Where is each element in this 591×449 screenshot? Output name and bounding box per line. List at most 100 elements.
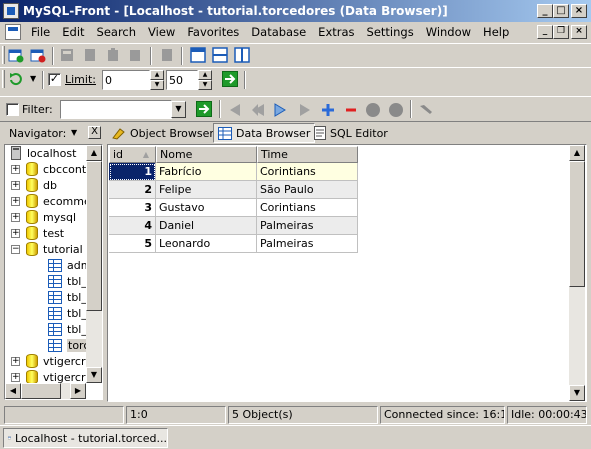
new-connection-icon[interactable] <box>8 47 24 63</box>
scroll-up-button[interactable]: ▲ <box>86 145 102 161</box>
tree-item-database[interactable]: + ecomme <box>11 193 91 209</box>
disabled-properties-icon[interactable] <box>159 47 175 63</box>
scroll-left-button[interactable]: ◀ <box>5 383 21 399</box>
tab-data-browser[interactable]: Data Browser <box>213 123 316 143</box>
table-cell-time[interactable]: São Paulo <box>257 181 358 199</box>
table-cell-id[interactable]: 4 <box>109 217 156 235</box>
post-record-icon[interactable] <box>365 102 381 118</box>
scroll-down-button[interactable]: ▼ <box>569 385 585 401</box>
limit-offset-spinner[interactable]: ▲ ▼ <box>150 70 164 90</box>
column-header-id[interactable]: id ▲ <box>109 146 156 163</box>
refresh-dropdown-icon[interactable]: ▼ <box>30 74 36 83</box>
tree-item-table[interactable]: tbl_ <box>48 305 87 321</box>
navigator-close-button[interactable]: X <box>88 126 101 139</box>
tree-item-database[interactable]: + cbccont <box>11 161 86 177</box>
column-header-nome[interactable]: Nome <box>156 146 257 163</box>
navigator-dropdown-icon[interactable]: ▼ <box>71 128 77 137</box>
title-bar[interactable]: MySQL-Front - [Localhost - tutorial.torc… <box>0 0 591 22</box>
close-button[interactable]: × <box>571 4 587 18</box>
expand-toggle[interactable]: + <box>11 180 20 190</box>
limit-count-spinner[interactable]: ▲ ▼ <box>198 70 212 90</box>
scroll-down-button[interactable]: ▼ <box>86 367 102 383</box>
menu-view[interactable]: View <box>142 23 181 41</box>
menu-settings[interactable]: Settings <box>361 23 420 41</box>
apply-limit-icon[interactable] <box>222 71 238 87</box>
limit-offset-input[interactable] <box>102 70 150 90</box>
mdi-document-icon[interactable] <box>5 24 21 40</box>
insert-record-icon[interactable] <box>320 102 336 118</box>
menu-search[interactable]: Search <box>91 23 143 41</box>
mdi-close-button[interactable]: × <box>571 25 587 39</box>
table-cell-time[interactable]: Corintians <box>257 163 358 181</box>
menu-extras[interactable]: Extras <box>312 23 360 41</box>
toolbar-grip[interactable] <box>2 70 5 88</box>
menu-help[interactable]: Help <box>477 23 515 41</box>
tree-item-table-selected[interactable]: torc <box>48 337 91 353</box>
table-cell-time[interactable]: Palmeiras <box>257 217 358 235</box>
expand-toggle[interactable]: + <box>11 196 20 206</box>
table-cell-time[interactable]: Corintians <box>257 199 358 217</box>
last-record-icon[interactable] <box>297 102 313 118</box>
table-cell-id[interactable]: 3 <box>109 199 156 217</box>
object-browser-view-icon[interactable] <box>190 47 206 63</box>
tree-item-database[interactable]: + mysql <box>11 209 76 225</box>
table-cell-time[interactable]: Palmeiras <box>257 235 358 253</box>
apply-filter-icon[interactable] <box>196 101 212 117</box>
tree-item-localhost[interactable]: localhost <box>11 145 76 161</box>
table-cell-nome[interactable]: Leonardo <box>156 235 257 253</box>
data-grid[interactable]: id ▲ Nome Time 1 Fabrício Corintians 2 Fe… <box>107 144 587 402</box>
expand-toggle[interactable]: + <box>11 212 20 222</box>
tree-item-database[interactable]: + vtigercr <box>11 353 85 369</box>
expand-toggle[interactable]: + <box>11 228 20 238</box>
scroll-thumb[interactable] <box>569 161 585 287</box>
limit-checkbox[interactable]: ✓ <box>48 73 61 86</box>
table-cell-id[interactable]: 2 <box>109 181 156 199</box>
column-header-time[interactable]: Time <box>257 146 358 163</box>
first-record-icon[interactable] <box>228 102 244 118</box>
expand-toggle[interactable]: + <box>11 356 20 366</box>
cancel-record-icon[interactable] <box>388 102 404 118</box>
data-browser-view-icon[interactable] <box>212 47 228 63</box>
mdi-restore-button[interactable]: ❐ <box>553 25 569 39</box>
disabled-copy-icon[interactable] <box>82 47 98 63</box>
table-cell-id[interactable]: 5 <box>109 235 156 253</box>
disabled-tool-icon[interactable] <box>59 47 75 63</box>
tree-vertical-scrollbar[interactable]: ▲ ▼ <box>86 145 102 383</box>
tree-item-database[interactable]: + db <box>11 177 57 193</box>
menu-file[interactable]: File <box>25 23 56 41</box>
tab-sql-editor[interactable]: SQL Editor <box>310 123 392 143</box>
sql-editor-view-icon[interactable] <box>234 47 250 63</box>
table-cell-nome[interactable]: Gustavo <box>156 199 257 217</box>
limit-count-input[interactable] <box>166 70 198 90</box>
expand-toggle[interactable]: + <box>11 164 20 174</box>
disabled-paste-icon[interactable] <box>105 47 121 63</box>
table-cell-nome[interactable]: Daniel <box>156 217 257 235</box>
scroll-thumb[interactable] <box>21 383 61 399</box>
filter-input[interactable] <box>60 100 172 119</box>
tree-horizontal-scrollbar[interactable]: ◀ ▶ <box>5 383 86 399</box>
table-cell-id[interactable]: 1 <box>109 163 156 181</box>
tree-item-database[interactable]: + test <box>11 225 64 241</box>
previous-record-icon[interactable] <box>250 102 266 118</box>
refresh-icon[interactable] <box>8 71 24 87</box>
menu-edit[interactable]: Edit <box>56 23 90 41</box>
delete-record-icon[interactable] <box>343 102 359 118</box>
tree-item-table[interactable]: tbl_ <box>48 321 87 337</box>
minimize-button[interactable]: _ <box>537 4 553 18</box>
filter-checkbox[interactable] <box>6 103 19 116</box>
mdi-minimize-button[interactable]: _ <box>537 25 553 39</box>
navigator-tree[interactable]: localhost + cbccont + db + ecomme + mysql + t… <box>4 144 103 400</box>
table-cell-nome[interactable]: Felipe <box>156 181 257 199</box>
refresh-grid-icon[interactable] <box>418 102 434 118</box>
tree-item-table[interactable]: tbl_ <box>48 273 87 289</box>
menu-favorites[interactable]: Favorites <box>181 23 245 41</box>
tab-object-browser[interactable]: Object Browser <box>108 123 218 143</box>
toolbar-grip[interactable] <box>2 46 5 64</box>
tree-item-table[interactable]: tbl_ <box>48 289 87 305</box>
grid-vertical-scrollbar[interactable]: ▲ ▼ <box>569 145 585 401</box>
tree-item-database-tutorial[interactable]: − tutorial <box>11 241 83 257</box>
disabled-delete-icon[interactable] <box>127 47 143 63</box>
close-connection-icon[interactable] <box>30 47 46 63</box>
expand-toggle[interactable]: + <box>11 372 20 382</box>
menu-window[interactable]: Window <box>420 23 477 41</box>
